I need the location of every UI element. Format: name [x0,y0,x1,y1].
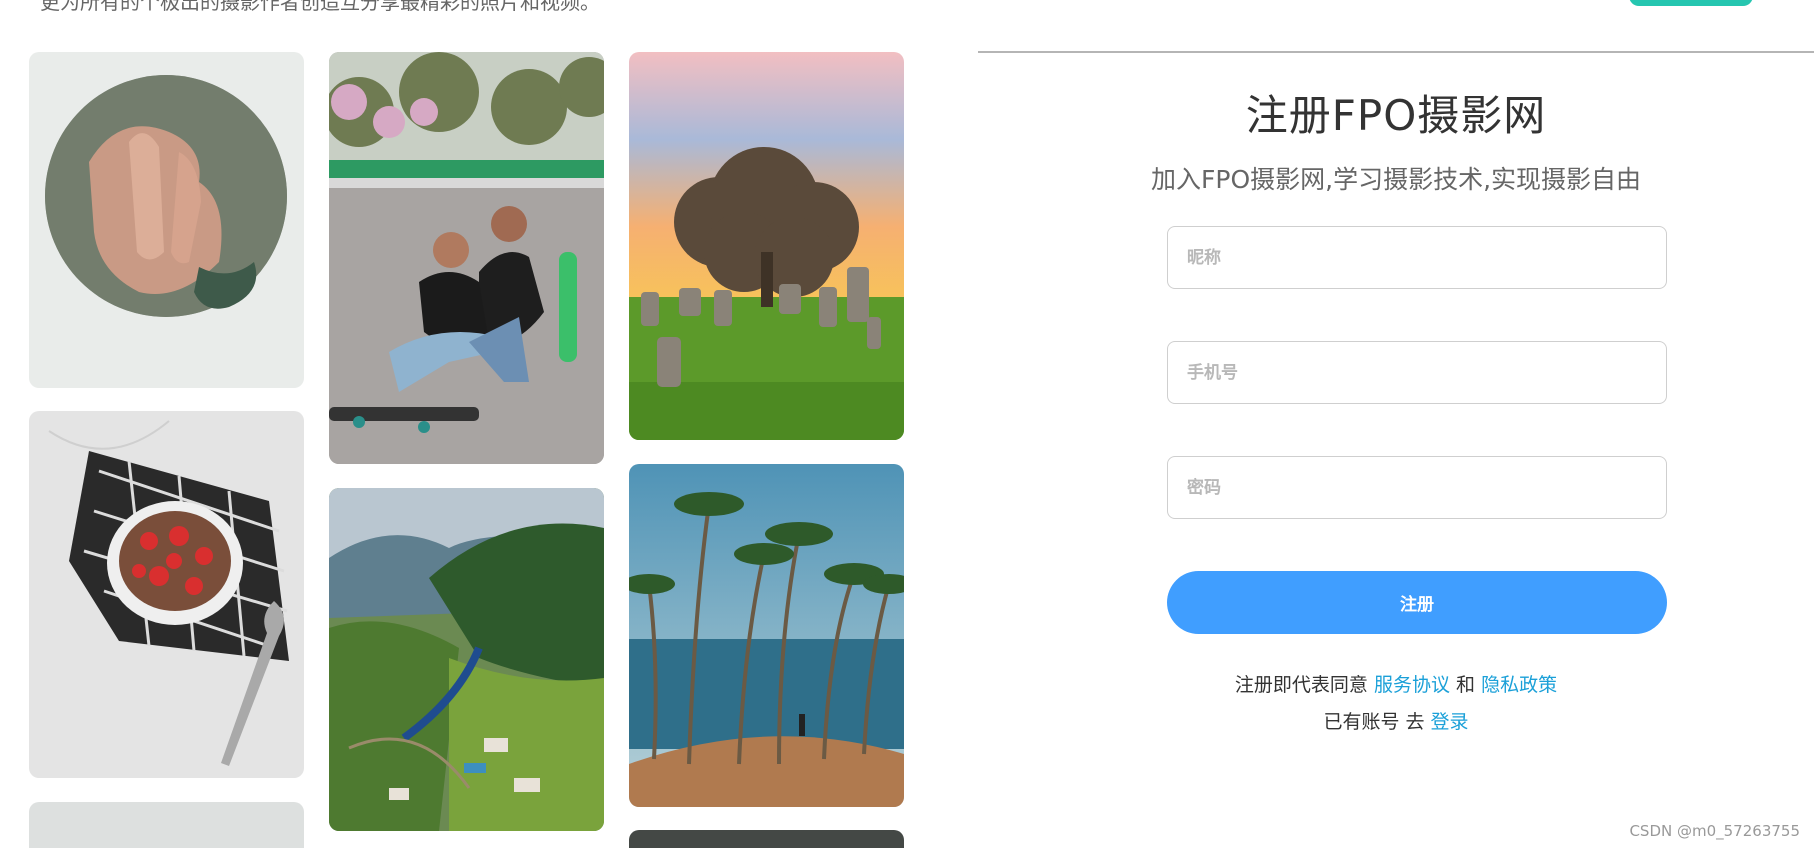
sunset-tree-stones-photo [629,52,904,440]
partial-photo-bottom-right [629,830,904,848]
csdn-watermark: CSDN @m0_57263755 [1629,822,1800,840]
agreement-text: 注册即代表同意 [1234,674,1368,696]
couple-skateboard-photo [329,52,604,464]
agreement-row: 注册即代表同意 服务协议 和 隐私政策 [978,670,1814,697]
login-link[interactable]: 登录 [1431,711,1469,733]
password-field[interactable] [1167,456,1667,519]
nickname-field[interactable] [1167,226,1667,289]
phone-field[interactable] [1167,341,1667,404]
partial-photo-bottom-left [29,802,304,848]
hands-in-circle-photo [29,52,304,388]
login-row: 已有账号 去 登录 [978,707,1814,734]
register-button[interactable]: 注册 [1167,571,1667,634]
top-accent-button[interactable] [1629,0,1753,6]
strawberry-bowl-photo [29,411,304,778]
agreement-and-text: 和 [1456,674,1476,696]
page-title: 注册FPO摄影网 [1245,91,1547,140]
page-subtitle: 加入FPO摄影网,学习摄影技术,实现摄影自由 [1150,165,1642,194]
service-agreement-link[interactable]: 服务协议 [1374,674,1450,696]
top-tagline: 更为所有的个极出的摄影作者创造互分享最精彩的照片和视频。 [40,0,600,14]
divider [978,51,1814,53]
register-page: 更为所有的个极出的摄影作者创造互分享最精彩的照片和视频。 注册FPO摄影网 加入… [0,0,1814,848]
palm-trees-coast-photo [629,464,904,807]
privacy-policy-link[interactable]: 隐私政策 [1481,674,1557,696]
login-prompt-text: 已有账号 去 [1323,711,1425,733]
train-valley-photo [329,488,604,831]
